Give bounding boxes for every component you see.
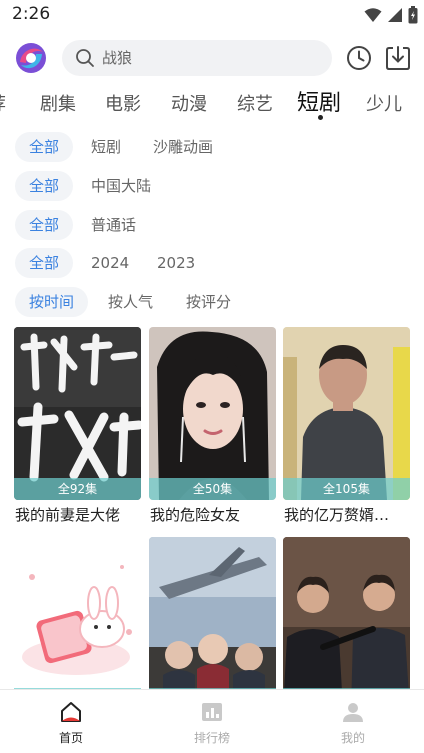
download-icon[interactable] [384, 44, 412, 72]
tab-short-drama[interactable]: 短剧 [297, 85, 341, 117]
home-icon [61, 702, 81, 722]
filter-type-option[interactable]: 短剧 [91, 132, 121, 162]
nav-ranking-label: 排行榜 [193, 731, 230, 745]
app-logo[interactable] [14, 41, 48, 75]
tab-anime[interactable]: 动漫 [171, 90, 207, 116]
filter-type-all[interactable]: 全部 [15, 132, 74, 162]
active-tab-indicator [318, 115, 323, 120]
filter-year-all[interactable]: 全部 [15, 248, 74, 278]
filter-row-region: 全部 中国大陆 [0, 171, 424, 201]
profile-icon [343, 703, 363, 722]
tab-series[interactable]: 剧集 [40, 90, 76, 116]
search-icon [76, 49, 94, 67]
app-header [0, 38, 424, 78]
search-bar[interactable] [62, 40, 332, 76]
tab-kids[interactable]: 少儿 [366, 90, 402, 116]
nav-home[interactable]: 首页 [26, 700, 116, 746]
tab-movie[interactable]: 电影 [105, 90, 141, 116]
drama-card[interactable]: 全50集 我的危险女友 [149, 327, 276, 524]
sort-by-time[interactable]: 按时间 [15, 287, 89, 317]
filter-row-year: 全部 2024 2023 [0, 248, 424, 278]
card-title: 我的前妻是大佬 [15, 506, 121, 524]
sort-by-rating[interactable]: 按评分 [186, 287, 231, 317]
wifi-icon [364, 8, 382, 22]
status-time: 2:26 [12, 4, 51, 24]
episode-count-badge: 全50集 [149, 478, 276, 500]
ranking-icon [202, 703, 222, 721]
drama-card[interactable] [149, 537, 276, 710]
nav-home-label: 首页 [58, 731, 83, 745]
nav-profile[interactable]: 我的 [308, 700, 398, 746]
filter-row-type: 全部 短剧 沙雕动画 [0, 132, 424, 162]
category-tabs: 荐 剧集 电影 动漫 综艺 短剧 少儿 [0, 84, 424, 122]
drama-card[interactable] [283, 537, 410, 710]
drama-card[interactable]: 全105集 我的亿万赘婿… [283, 327, 410, 524]
card-title: 我的危险女友 [150, 506, 241, 524]
poster-image [14, 537, 141, 710]
bottom-nav: 首页 排行榜 我的 [0, 689, 424, 753]
drama-card[interactable] [14, 537, 141, 710]
signal-icon [388, 8, 402, 22]
nav-profile-label: 我的 [340, 731, 365, 745]
filter-region-all[interactable]: 全部 [15, 171, 74, 201]
poster-image: 全92集 [14, 327, 141, 500]
nav-ranking[interactable]: 排行榜 [167, 700, 257, 746]
filter-row-sort: 按时间 按人气 按评分 [0, 287, 424, 317]
battery-icon [408, 6, 418, 24]
tab-recommend[interactable]: 荐 [0, 90, 6, 116]
card-title: 我的亿万赘婿… [284, 506, 390, 524]
filter-region-option[interactable]: 中国大陆 [91, 171, 151, 201]
poster-image [149, 537, 276, 710]
filter-year-option[interactable]: 2023 [157, 248, 195, 278]
episode-count-badge: 全92集 [14, 478, 141, 500]
search-input[interactable] [102, 40, 322, 76]
sort-by-popularity[interactable]: 按人气 [108, 287, 153, 317]
poster-image [283, 537, 410, 710]
filter-type-option[interactable]: 沙雕动画 [153, 132, 213, 162]
history-icon[interactable] [345, 44, 373, 72]
poster-image: 全50集 [149, 327, 276, 500]
filter-language-all[interactable]: 全部 [15, 210, 74, 240]
tab-variety[interactable]: 综艺 [237, 90, 273, 116]
status-bar: 2:26 [0, 0, 424, 30]
episode-count-badge: 全105集 [283, 478, 410, 500]
status-icons [364, 6, 418, 24]
filter-year-option[interactable]: 2024 [91, 248, 129, 278]
filter-row-language: 全部 普通话 [0, 210, 424, 240]
filter-language-option[interactable]: 普通话 [91, 210, 136, 240]
drama-card[interactable]: 全92集 我的前妻是大佬 [14, 327, 141, 524]
poster-image: 全105集 [283, 327, 410, 500]
